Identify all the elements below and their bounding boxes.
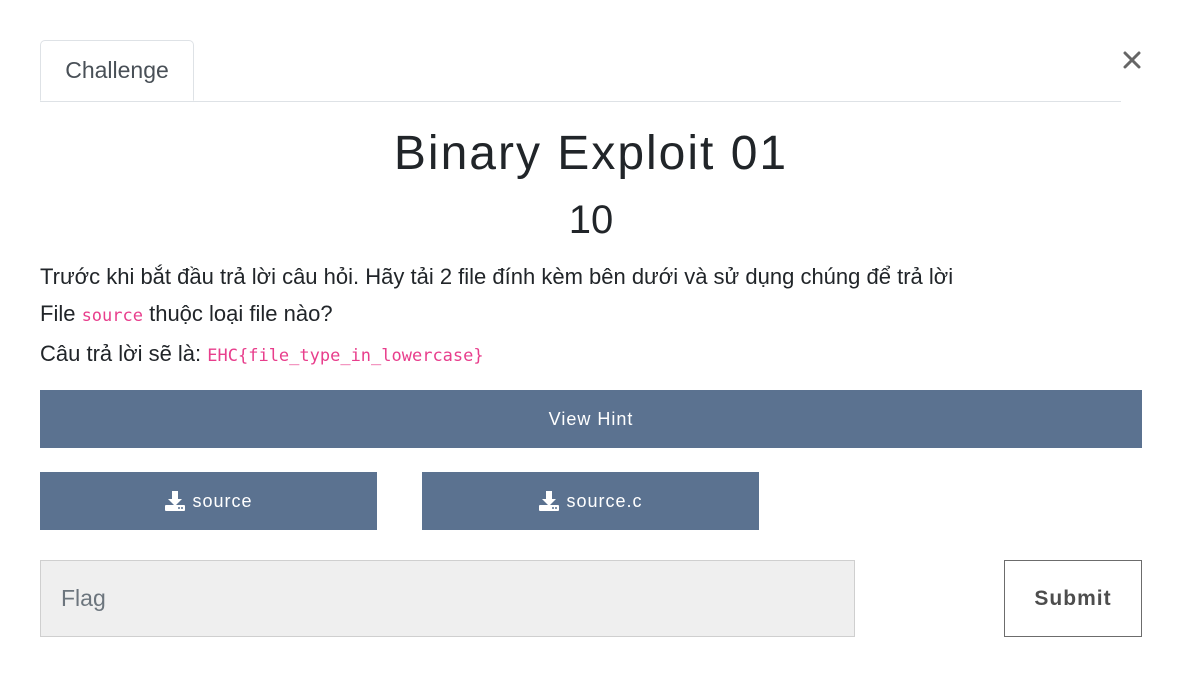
description-text: thuộc loại file nào? bbox=[142, 301, 333, 326]
description-text: Câu trả lời sẽ là: bbox=[40, 341, 208, 366]
download-label: source.c bbox=[566, 490, 643, 511]
description-line: Câu trả lời sẽ là: EHC{file_type_in_lowe… bbox=[40, 335, 1142, 375]
challenge-points: 10 bbox=[568, 198, 614, 242]
download-icon bbox=[165, 491, 186, 511]
challenge-modal: Challenge Binary Exploit 01 10 Trước khi… bbox=[40, 40, 1144, 637]
download-source-button[interactable]: source bbox=[40, 472, 377, 530]
download-icon bbox=[539, 491, 560, 511]
inline-code: source bbox=[81, 306, 143, 326]
close-button[interactable] bbox=[1120, 44, 1144, 76]
submit-button[interactable]: Submit bbox=[1004, 560, 1142, 637]
description-line: Trước khi bắt đầu trả lời câu hỏi. Hãy t… bbox=[40, 264, 954, 289]
close-icon bbox=[1123, 51, 1141, 69]
challenge-title: Binary Exploit 01 bbox=[393, 127, 789, 180]
flag-format-code: EHC{file_type_in_lowercase} bbox=[207, 346, 484, 366]
description-text: File bbox=[40, 301, 82, 326]
view-hint-button[interactable]: View Hint bbox=[40, 390, 1142, 448]
flag-input[interactable] bbox=[40, 560, 855, 637]
challenge-description: Trước khi bắt đầu trả lời câu hỏi. Hãy t… bbox=[40, 258, 1142, 375]
tab-challenge[interactable]: Challenge bbox=[40, 40, 194, 101]
description-line: File source thuộc loại file nào? bbox=[40, 295, 1142, 335]
tab-bar: Challenge bbox=[40, 40, 1121, 102]
download-source-c-button[interactable]: source.c bbox=[422, 472, 759, 530]
download-label: source bbox=[192, 490, 253, 511]
